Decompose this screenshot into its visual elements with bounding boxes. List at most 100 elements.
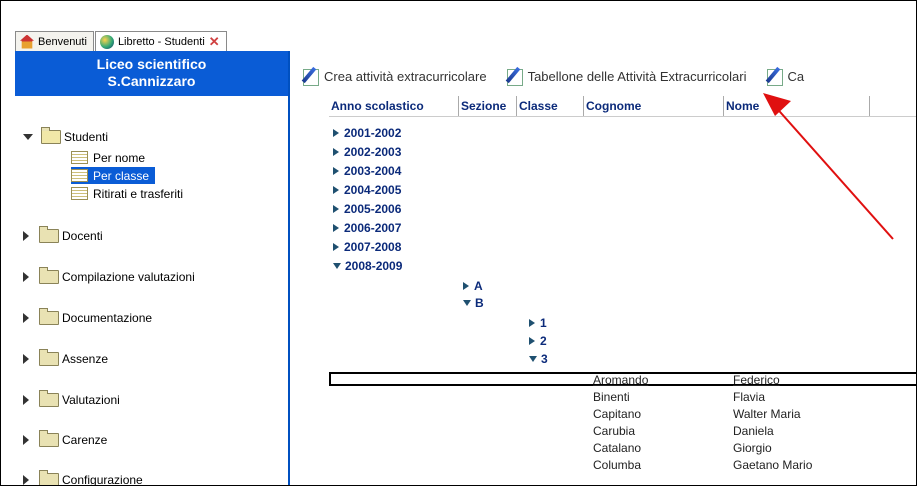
student-nome[interactable]: Flavia	[733, 390, 765, 404]
chevron-right-icon[interactable]	[23, 231, 29, 241]
year-label: 2004-2005	[344, 183, 402, 197]
folder-icon	[39, 349, 59, 366]
column-header-cognome[interactable]: Cognome	[584, 96, 724, 116]
sidebar-item-label: Assenze	[62, 352, 109, 366]
expand-arrow-icon	[333, 243, 339, 251]
student-nome[interactable]: Walter Maria	[733, 407, 801, 421]
chevron-right-icon[interactable]	[23, 435, 29, 445]
year-row[interactable]: 2004-2005	[333, 183, 401, 197]
expand-arrow-icon	[333, 167, 339, 175]
chevron-right-icon[interactable]	[23, 313, 29, 323]
edit-pen-icon	[765, 66, 785, 86]
expand-arrow-icon	[529, 337, 535, 345]
class-row[interactable]: 2	[529, 334, 547, 348]
sidebar-item-compilazione[interactable]: Compilazione valutazioni	[23, 267, 195, 284]
year-row[interactable]: 2002-2003	[333, 145, 401, 159]
folder-icon	[39, 430, 59, 447]
sidebar-item-label: Configurazione	[62, 473, 143, 486]
class-row-expanded[interactable]: 3	[529, 352, 548, 366]
student-nome[interactable]: Giorgio	[733, 441, 772, 455]
globe-icon	[99, 34, 114, 49]
year-label: 2001-2002	[344, 126, 402, 140]
folder-icon	[39, 267, 59, 284]
section-row-expanded[interactable]: B	[463, 296, 484, 310]
year-row[interactable]: 2003-2004	[333, 164, 401, 178]
sidebar-item-ritirati[interactable]: Ritirati e trasferiti	[71, 185, 189, 202]
sidebar-item-label: Docenti	[62, 229, 103, 243]
sidebar-item-label: Compilazione valutazioni	[62, 270, 195, 284]
sidebar-item-documentazione[interactable]: Documentazione	[23, 308, 153, 325]
school-type: Liceo scientifico	[96, 56, 207, 72]
edit-pen-icon	[505, 66, 525, 86]
sidebar-item-docenti[interactable]: Docenti	[23, 226, 103, 243]
sidebar-item-label: Valutazioni	[62, 393, 120, 407]
expand-arrow-icon	[333, 148, 339, 156]
year-label: 2005-2006	[344, 202, 402, 216]
house-icon	[20, 34, 34, 49]
student-cognome[interactable]: Aromando	[593, 373, 648, 387]
expand-arrow-icon	[333, 129, 339, 137]
year-label: 2006-2007	[344, 221, 402, 235]
sidebar-item-assenze[interactable]: Assenze	[23, 349, 109, 366]
sidebar-item-studenti[interactable]: Studenti	[23, 127, 109, 144]
crea-attivita-button[interactable]: Crea attività extracurricolare	[301, 66, 487, 86]
student-cognome[interactable]: Carubia	[593, 424, 635, 438]
sidebar: Liceo scientifico S.Cannizzaro Studenti …	[15, 51, 290, 486]
class-label: 3	[541, 352, 548, 366]
list-icon	[71, 151, 88, 164]
student-nome[interactable]: Federico	[733, 373, 780, 387]
section-row[interactable]: A	[463, 279, 483, 293]
grid-header: Anno scolastico Sezione Classe Cognome N…	[329, 96, 916, 117]
column-header-anno[interactable]: Anno scolastico	[329, 96, 459, 116]
sidebar-item-label: Studenti	[64, 130, 109, 144]
list-icon	[71, 169, 88, 182]
expand-arrow-icon	[333, 205, 339, 213]
sidebar-item-valutazioni[interactable]: Valutazioni	[23, 390, 120, 407]
chevron-right-icon[interactable]	[23, 272, 29, 282]
student-nome[interactable]: Daniela	[733, 424, 774, 438]
year-label: 2007-2008	[344, 240, 402, 254]
student-cognome[interactable]: Binenti	[593, 390, 630, 404]
expand-arrow-icon	[463, 282, 469, 290]
class-row[interactable]: 1	[529, 316, 547, 330]
folder-open-icon	[41, 127, 61, 144]
tab-benvenuti[interactable]: Benvenuti	[15, 31, 94, 51]
column-header-classe[interactable]: Classe	[517, 96, 584, 116]
year-label: 2003-2004	[344, 164, 402, 178]
year-row[interactable]: 2007-2008	[333, 240, 401, 254]
student-nome[interactable]: Gaetano Mario	[733, 458, 812, 472]
chevron-right-icon[interactable]	[23, 354, 29, 364]
student-cognome[interactable]: Catalano	[593, 441, 641, 455]
sidebar-item-carenze[interactable]: Carenze	[23, 430, 107, 447]
year-row-expanded[interactable]: 2008-2009	[333, 259, 402, 273]
folder-icon	[39, 308, 59, 325]
year-row[interactable]: 2005-2006	[333, 202, 401, 216]
student-cognome[interactable]: Columba	[593, 458, 641, 472]
tabellone-button[interactable]: Tabellone delle Attività Extracurricolar…	[505, 66, 747, 86]
third-toolbar-button[interactable]: Ca	[765, 66, 805, 86]
sidebar-item-label: Per nome	[93, 150, 146, 165]
year-row[interactable]: 2006-2007	[333, 221, 401, 235]
chevron-right-icon[interactable]	[23, 475, 29, 485]
students-grid: Anno scolastico Sezione Classe Cognome N…	[289, 96, 916, 485]
button-label: Crea attività extracurricolare	[324, 68, 487, 84]
column-header-nome[interactable]: Nome	[724, 96, 870, 116]
sidebar-item-label: Ritirati e trasferiti	[93, 186, 184, 201]
list-icon	[71, 187, 88, 200]
close-icon[interactable]: ✕	[209, 35, 220, 48]
sidebar-item-configurazione[interactable]: Configurazione	[23, 470, 143, 486]
button-label: Ca	[787, 68, 805, 84]
folder-icon	[39, 470, 59, 485]
column-header-sezione[interactable]: Sezione	[459, 96, 517, 116]
year-label: 2008-2009	[345, 259, 403, 273]
chevron-right-icon[interactable]	[23, 395, 29, 405]
class-label: 2	[540, 334, 547, 348]
sidebar-item-per-nome[interactable]: Per nome	[71, 149, 151, 166]
year-row[interactable]: 2001-2002	[333, 126, 401, 140]
chevron-down-icon[interactable]	[23, 134, 33, 140]
app-window: Benvenuti Libretto - Studenti ✕ Liceo sc…	[0, 0, 917, 486]
sidebar-item-per-classe[interactable]: Per classe	[71, 167, 156, 184]
sidebar-item-label: Documentazione	[62, 311, 153, 325]
tab-libretto-studenti[interactable]: Libretto - Studenti ✕	[94, 31, 227, 51]
student-cognome[interactable]: Capitano	[593, 407, 641, 421]
